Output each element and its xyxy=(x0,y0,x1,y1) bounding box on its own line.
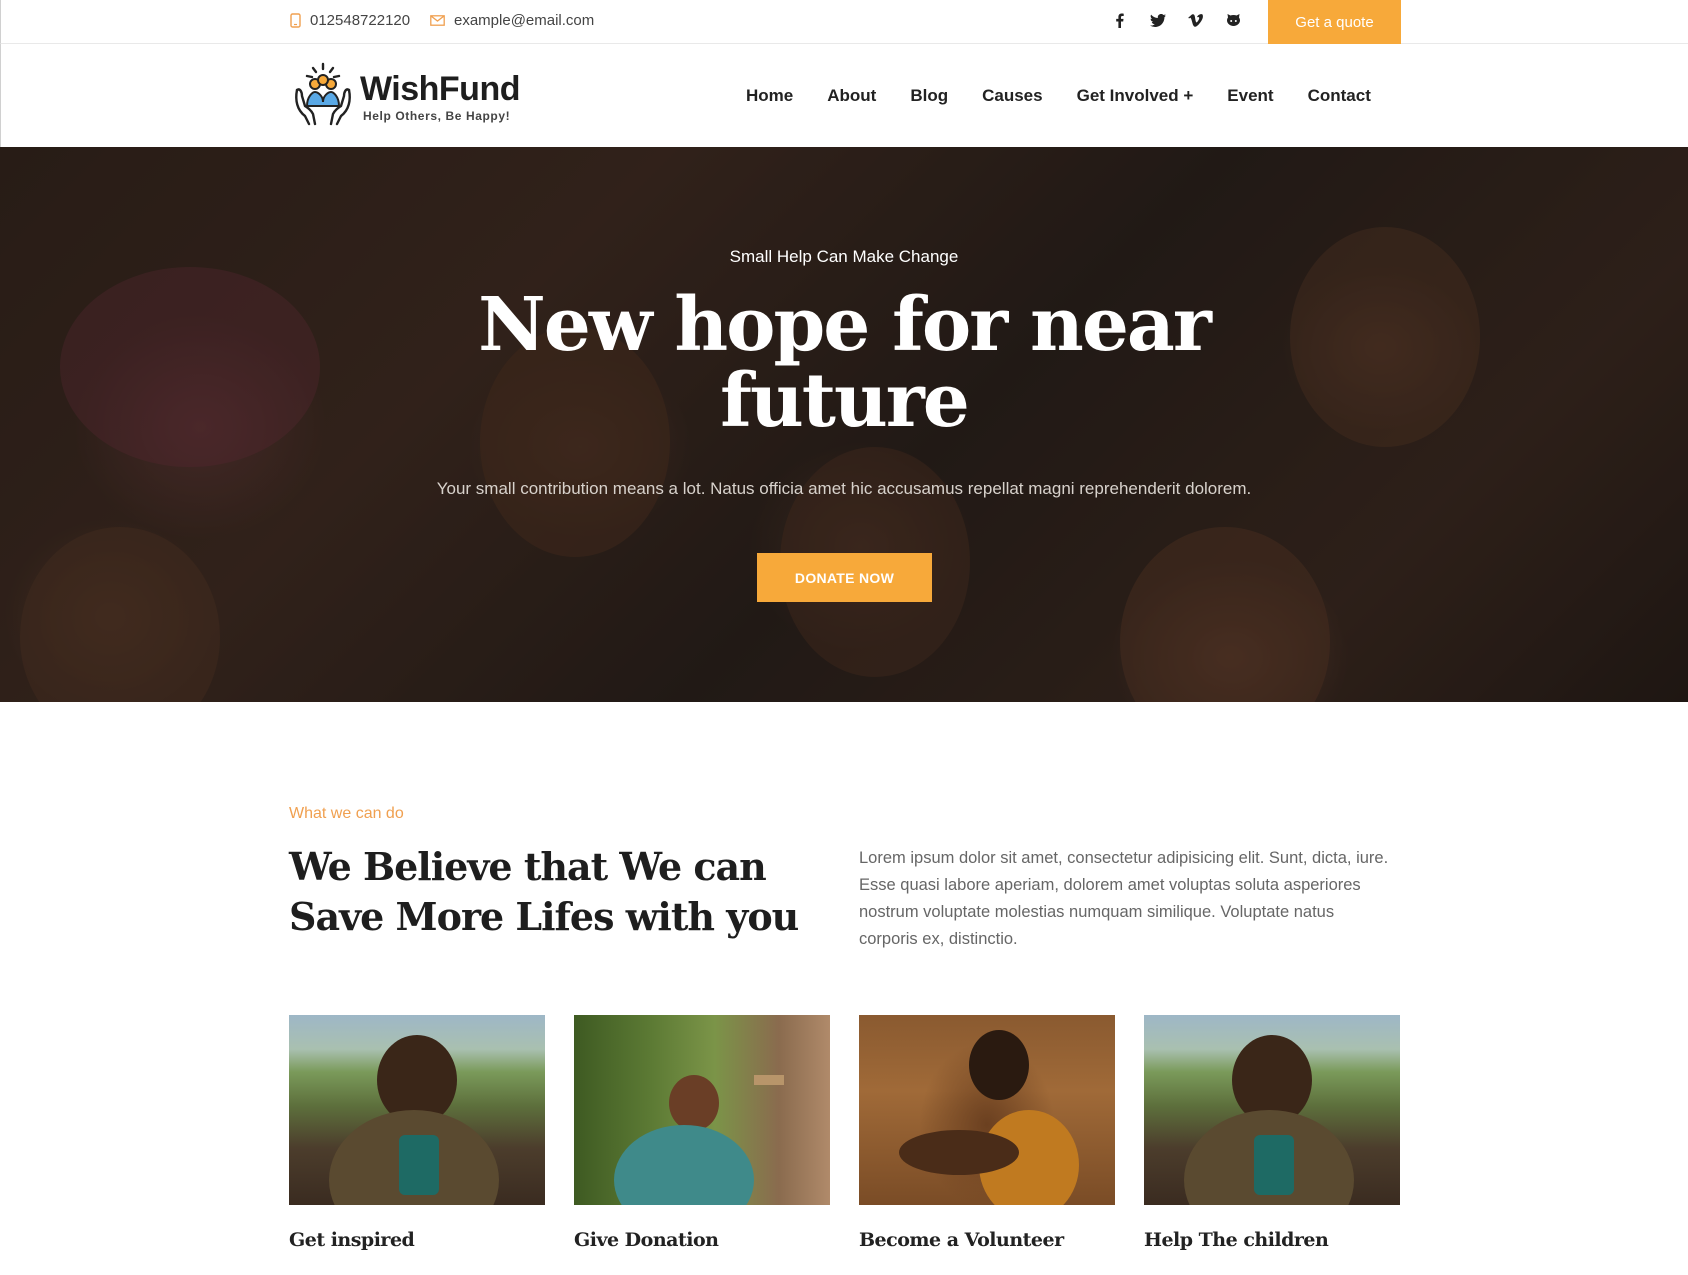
vimeo-icon[interactable] xyxy=(1187,12,1204,29)
email-address: example@email.com xyxy=(454,11,595,29)
nav-home[interactable]: Home xyxy=(746,86,793,106)
logo-tagline: Help Others, Be Happy! xyxy=(363,109,511,123)
hero-title: New hope for near future xyxy=(478,282,1212,444)
card-get-inspired[interactable]: Get inspired xyxy=(289,1015,545,1251)
card-title[interactable]: Become a Volunteer xyxy=(859,1229,1115,1251)
donate-now-button[interactable]: DONATE NOW xyxy=(757,553,932,602)
top-bar: 012548722120 example@email.com Get a quo… xyxy=(0,0,1688,44)
main-nav: Home About Blog Causes Get Involved + Ev… xyxy=(729,44,1388,147)
section-eyebrow: What we can do xyxy=(289,805,404,822)
card-give-donation[interactable]: Give Donation xyxy=(574,1015,830,1251)
social-links xyxy=(1111,0,1242,40)
email-contact[interactable]: example@email.com xyxy=(430,0,594,40)
card-image xyxy=(289,1015,545,1205)
github-icon[interactable] xyxy=(1225,12,1242,29)
hero-description: Your small contribution means a lot. Nat… xyxy=(436,479,1252,498)
nav-get-involved[interactable]: Get Involved + xyxy=(1077,86,1194,106)
card-title[interactable]: Give Donation xyxy=(574,1229,830,1251)
card-image xyxy=(1144,1015,1400,1205)
section-description: Lorem ipsum dolor sit amet, consectetur … xyxy=(859,849,1389,948)
phone-number: 012548722120 xyxy=(310,11,411,29)
facebook-icon[interactable] xyxy=(1111,12,1128,29)
card-title[interactable]: Get inspired xyxy=(289,1229,545,1251)
card-image xyxy=(859,1015,1115,1205)
logo-name: WishFund xyxy=(360,70,521,108)
mail-icon xyxy=(430,14,445,26)
nav-event[interactable]: Event xyxy=(1227,86,1273,106)
hero-subtitle: Small Help Can Make Change xyxy=(729,247,959,266)
twitter-icon[interactable] xyxy=(1149,12,1166,29)
card-become-a-volunteer[interactable]: Become a Volunteer xyxy=(859,1015,1115,1251)
hands-heart-logo-icon xyxy=(295,62,351,126)
card-image xyxy=(574,1015,830,1205)
nav-blog[interactable]: Blog xyxy=(910,86,948,106)
nav-about[interactable]: About xyxy=(827,86,876,106)
nav-contact[interactable]: Contact xyxy=(1308,86,1371,106)
logo[interactable]: WishFund Help Others, Be Happy! xyxy=(291,62,531,128)
get-a-quote-button[interactable]: Get a quote xyxy=(1268,0,1401,44)
nav-causes[interactable]: Causes xyxy=(982,86,1042,106)
site-header: WishFund Help Others, Be Happy! Home Abo… xyxy=(0,44,1688,147)
section-title: We Believe that We can Save More Lifes w… xyxy=(289,844,799,939)
phone-icon xyxy=(290,12,301,28)
card-help-the-children[interactable]: Help The children xyxy=(1144,1015,1400,1251)
phone-contact[interactable]: 012548722120 xyxy=(290,0,410,40)
hero-banner: Small Help Can Make Change New hope for … xyxy=(0,147,1688,702)
card-title[interactable]: Help The children xyxy=(1144,1229,1400,1251)
